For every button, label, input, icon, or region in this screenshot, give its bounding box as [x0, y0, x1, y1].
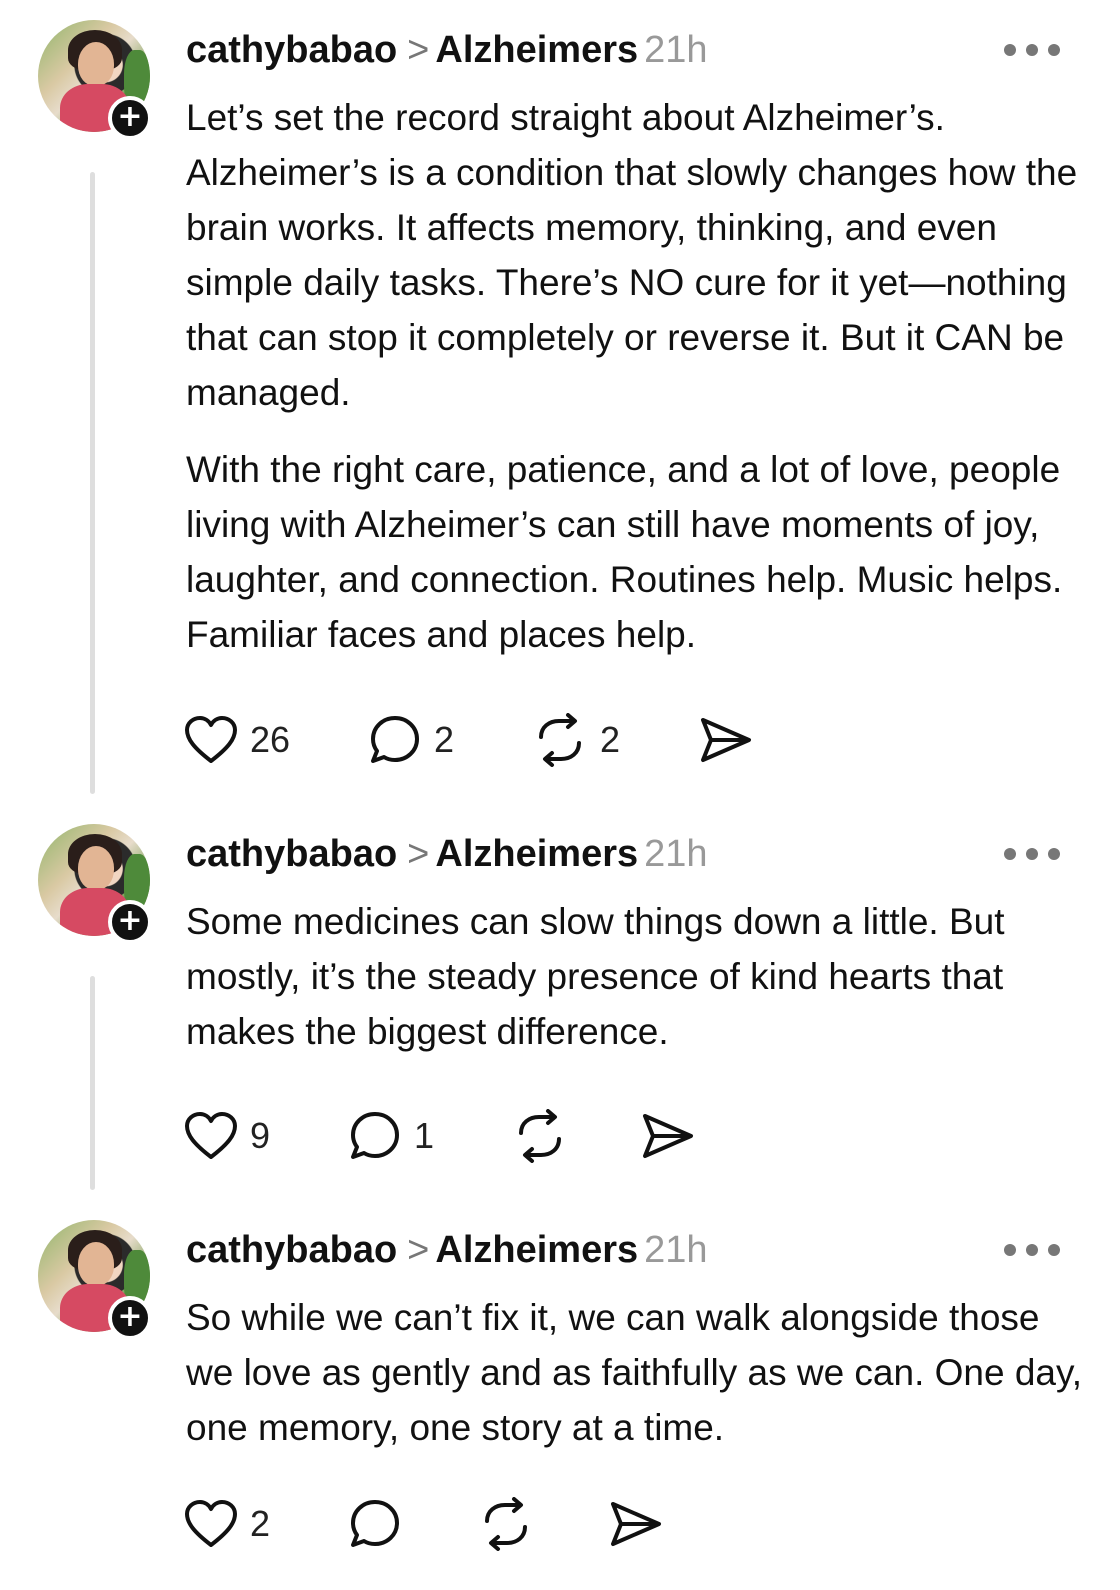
more-horizontal-icon[interactable] — [1004, 44, 1060, 56]
avatar[interactable]: + — [38, 20, 152, 140]
repost-count: 2 — [600, 719, 621, 760]
share-button[interactable] — [640, 1106, 696, 1166]
repost-icon — [539, 713, 581, 767]
post-text: So while we can’t fix it, we can walk al… — [186, 1290, 1086, 1455]
post-header: cathybabao > Alzheimers 21h — [186, 24, 708, 76]
repost-button[interactable] — [512, 1106, 640, 1166]
plus-icon[interactable]: + — [108, 900, 152, 944]
like-count: 9 — [250, 1115, 271, 1156]
like-button[interactable]: 9 — [184, 1106, 348, 1166]
reply-count: 2 — [434, 719, 455, 760]
action-bar: 2 — [184, 1494, 664, 1554]
repost-button[interactable]: 2 — [532, 710, 698, 770]
like-button[interactable]: 26 — [184, 710, 368, 770]
plus-icon[interactable]: + — [108, 96, 152, 140]
more-horizontal-icon[interactable] — [1004, 848, 1060, 860]
post-text: Let’s set the record straight about Alzh… — [186, 90, 1086, 662]
reply-count: 1 — [414, 1115, 435, 1156]
reply-button[interactable]: 2 — [368, 710, 532, 770]
action-bar: 26 2 2 — [184, 710, 754, 770]
heart-icon — [185, 1112, 237, 1159]
timestamp: 21h — [644, 833, 708, 875]
send-icon — [611, 1502, 661, 1546]
timestamp: 21h — [644, 1229, 708, 1271]
avatar[interactable]: + — [38, 824, 152, 944]
username[interactable]: cathybabao — [186, 833, 397, 875]
topic-tag[interactable]: Alzheimers — [435, 1229, 638, 1271]
share-button[interactable] — [698, 710, 754, 770]
repost-icon — [485, 1497, 527, 1551]
share-button[interactable] — [608, 1494, 664, 1554]
reply-button[interactable]: 1 — [348, 1106, 512, 1166]
thread-line — [90, 172, 95, 794]
chevron-right-icon: > — [407, 1229, 430, 1271]
like-count: 2 — [250, 1503, 271, 1544]
post-paragraph: So while we can’t fix it, we can walk al… — [186, 1297, 1083, 1448]
avatar[interactable]: + — [38, 1220, 152, 1340]
comment-icon — [351, 1500, 399, 1547]
chevron-right-icon: > — [407, 29, 430, 71]
heart-icon — [185, 716, 237, 763]
username[interactable]: cathybabao — [186, 29, 397, 71]
send-icon — [701, 718, 751, 762]
like-count: 26 — [250, 719, 291, 760]
timestamp: 21h — [644, 29, 708, 71]
post-header: cathybabao > Alzheimers 21h — [186, 828, 708, 880]
repost-button[interactable] — [478, 1494, 608, 1554]
topic-tag[interactable]: Alzheimers — [435, 833, 638, 875]
thread-line — [90, 976, 95, 1190]
comment-icon — [351, 1112, 399, 1159]
topic-tag[interactable]: Alzheimers — [435, 29, 638, 71]
post-text: Some medicines can slow things down a li… — [186, 894, 1086, 1059]
chevron-right-icon: > — [407, 833, 430, 875]
post-paragraph: Some medicines can slow things down a li… — [186, 901, 1005, 1052]
comment-icon — [371, 716, 419, 763]
send-icon — [643, 1114, 693, 1158]
post-paragraph: Let’s set the record straight about Alzh… — [186, 97, 1078, 413]
post-header: cathybabao > Alzheimers 21h — [186, 1224, 708, 1276]
post-paragraph: With the right care, patience, and a lot… — [186, 449, 1063, 655]
reply-button[interactable] — [348, 1494, 478, 1554]
heart-icon — [185, 1500, 237, 1547]
like-button[interactable]: 2 — [184, 1494, 348, 1554]
repost-icon — [519, 1109, 561, 1163]
action-bar: 9 1 — [184, 1106, 696, 1166]
username[interactable]: cathybabao — [186, 1229, 397, 1271]
plus-icon[interactable]: + — [108, 1296, 152, 1340]
more-horizontal-icon[interactable] — [1004, 1244, 1060, 1256]
